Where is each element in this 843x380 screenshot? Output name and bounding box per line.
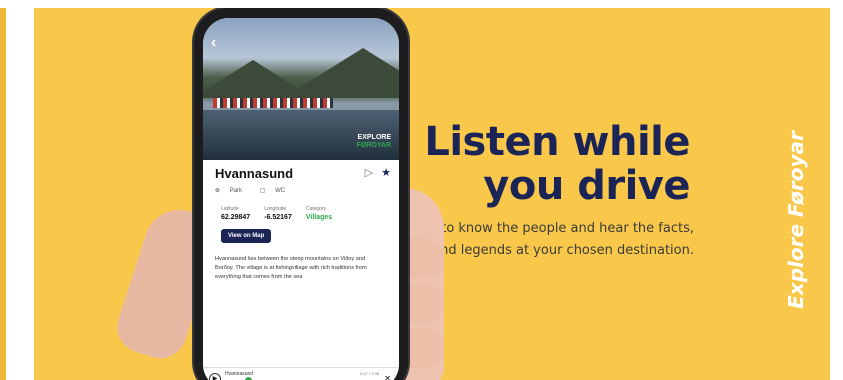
amenities: ⊕ Park ▢ WC — [215, 187, 391, 194]
stat-longitude: Longitude -6.52167 — [264, 206, 292, 221]
stat-label: Longitude — [264, 206, 287, 212]
park-icon: ⊕ — [215, 188, 221, 194]
park-label: Park — [229, 188, 243, 194]
headline: Listen while you drive — [424, 120, 690, 208]
wc-amenity: ▢ WC — [260, 188, 293, 194]
player-time: 0:17 / 2:38 — [360, 371, 379, 376]
headline-line-2: you drive — [483, 163, 690, 209]
audio-player: ▶ Hvannasund 0:17 / 2:38 ✕ — [203, 367, 399, 380]
mountain-shape — [283, 48, 399, 98]
park-amenity: ⊕ Park — [215, 188, 250, 194]
place-stats: Latitude 62.29847 Longitude -6.52167 Cat… — [215, 206, 391, 221]
stat-category: Category Villages — [306, 206, 332, 221]
village-houses — [213, 98, 333, 108]
description-line: Borðoy. The village is at fishingvillage… — [215, 265, 367, 271]
play-icon[interactable]: ▶ — [209, 373, 221, 380]
phone-mockup: ‹ EXPLORE FØROYAR Hvannasund ▷ ★ ⊕ Park ▢… — [194, 8, 408, 380]
stat-value: -6.52167 — [264, 214, 292, 221]
place-description: Hvannasund lies between the steep mounta… — [215, 255, 391, 282]
place-photo: ‹ EXPLORE FØROYAR — [203, 18, 399, 160]
view-map-button[interactable]: View on Map — [221, 229, 272, 243]
stat-value: 62.29847 — [221, 214, 251, 221]
place-details: Hvannasund ▷ ★ ⊕ Park ▢ WC Latitude 62.29… — [215, 166, 391, 282]
app-logo-line-1: EXPLORE — [357, 134, 391, 141]
star-icon[interactable]: ★ — [381, 167, 391, 179]
promo-banner: Listen while you drive Get to know the p… — [34, 8, 830, 380]
stat-label: Category — [305, 206, 327, 212]
close-icon[interactable]: ✕ — [384, 374, 391, 380]
stat-latitude: Latitude 62.29847 — [221, 206, 250, 221]
phone-screen: ‹ EXPLORE FØROYAR Hvannasund ▷ ★ ⊕ Park ▢… — [203, 18, 399, 380]
play-icon[interactable]: ▷ — [365, 167, 373, 179]
back-arrow-icon[interactable]: ‹ — [211, 34, 216, 52]
brand-vertical-text: Explore Føroyar — [784, 131, 808, 309]
left-edge-strip — [0, 8, 6, 380]
description-line: Hvannasund lies between the steep mounta… — [215, 256, 366, 262]
wc-icon: ▢ — [259, 188, 266, 194]
description-line: everything that comes from the sea — [215, 274, 303, 280]
title-actions: ▷ ★ — [365, 166, 391, 179]
app-logo: EXPLORE FØROYAR — [357, 134, 391, 150]
stat-value: Villages — [305, 214, 333, 221]
wc-label: WC — [275, 188, 286, 194]
stat-label: Latitude — [221, 206, 239, 212]
app-logo-line-2: FØROYAR — [356, 142, 391, 149]
headline-line-1: Listen while — [424, 119, 690, 165]
